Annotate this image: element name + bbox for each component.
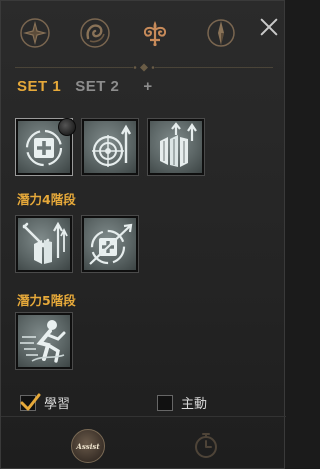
tier-5-label: 潛力5階段 bbox=[17, 293, 76, 308]
compass-needle-icon[interactable] bbox=[203, 15, 239, 51]
heal-cross-arrow-icon bbox=[89, 223, 133, 265]
swirl-emblem-icon[interactable] bbox=[77, 15, 113, 51]
assist-label: Assist bbox=[76, 441, 100, 451]
sword-armor-icon bbox=[22, 221, 68, 264]
active-label: 主動 bbox=[181, 397, 208, 412]
close-button[interactable] bbox=[257, 15, 281, 39]
add-set-button[interactable]: + bbox=[143, 78, 152, 98]
skill-target-arrows[interactable] bbox=[81, 118, 139, 176]
skill-sword-armor[interactable] bbox=[15, 215, 73, 273]
target-arrows-icon bbox=[92, 124, 132, 167]
active-checkbox[interactable] bbox=[157, 394, 173, 411]
stopwatch-icon[interactable] bbox=[191, 430, 221, 460]
skill-armor-arrows[interactable] bbox=[147, 118, 205, 176]
skill-heal-cross[interactable] bbox=[15, 118, 76, 176]
tab-set-1[interactable]: SET 1 bbox=[17, 78, 61, 98]
skill-dash-runner[interactable] bbox=[15, 312, 73, 370]
tier-4-label: 潛力4階段 bbox=[17, 192, 76, 207]
ornate-fleur-icon[interactable] bbox=[137, 15, 173, 51]
learn-label: 學習 bbox=[44, 397, 71, 412]
ornament-divider bbox=[15, 63, 273, 72]
dash-runner-icon bbox=[20, 320, 66, 363]
compass-star-icon[interactable] bbox=[17, 15, 53, 51]
tab-set-2[interactable]: SET 2 bbox=[75, 78, 119, 98]
checkmark-icon bbox=[20, 393, 41, 410]
armor-arrows-icon bbox=[160, 122, 197, 167]
set-tabs: SET 1 SET 2 + bbox=[17, 78, 152, 98]
potential-skill-panel: SET 1 SET 2 + 潛力4階段 潛力5階段 學習 主動 Assist bbox=[0, 0, 286, 469]
close-icon bbox=[260, 18, 278, 36]
assist-button[interactable]: Assist bbox=[71, 429, 105, 463]
category-tabs bbox=[1, 1, 286, 72]
bottom-divider bbox=[1, 416, 286, 417]
lock-badge-icon bbox=[58, 118, 76, 136]
learn-checkbox-row[interactable]: 學習 bbox=[20, 393, 70, 412]
skill-heal-cross-arrow[interactable] bbox=[81, 215, 139, 273]
learn-checkbox[interactable] bbox=[20, 393, 41, 411]
active-checkbox-row[interactable]: 主動 bbox=[157, 393, 207, 412]
